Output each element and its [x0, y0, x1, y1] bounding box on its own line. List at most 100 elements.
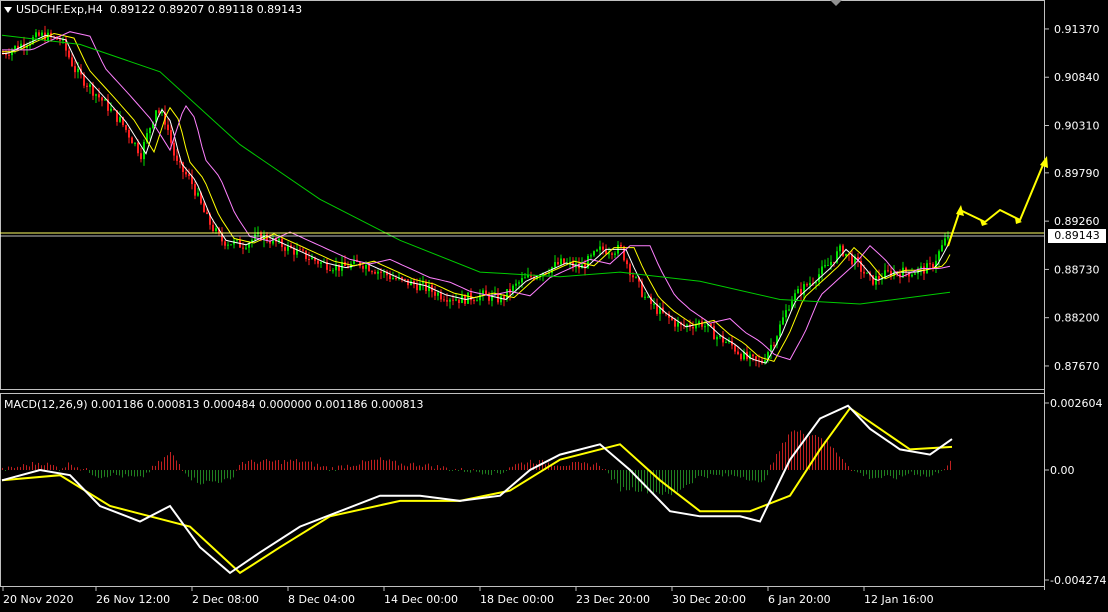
candle-body — [203, 203, 205, 213]
candle-body — [713, 326, 715, 340]
macd-histogram-bar — [221, 470, 222, 483]
macd-histogram-bar — [461, 467, 462, 471]
chart-canvas[interactable]: 0.91370 0.90840 0.90310 0.89790 0.89260 0.887… — [0, 0, 1108, 608]
macd-histogram-bar — [194, 470, 195, 478]
macd-histogram-bar — [227, 470, 228, 479]
macd-histogram-bar — [917, 470, 918, 475]
candle-body — [944, 238, 946, 246]
macd-histogram-bar — [56, 466, 57, 471]
macd-histogram-bar — [98, 470, 99, 478]
macd-histogram-bar — [743, 470, 744, 477]
macd-histogram-bar — [95, 470, 96, 477]
macd-histogram-bar — [677, 470, 678, 492]
macd-histogram-bar — [611, 470, 612, 480]
macd-histogram-bar — [929, 470, 930, 477]
candle-body — [224, 241, 226, 246]
candle-body — [206, 212, 208, 214]
candle-body — [911, 274, 913, 277]
price-tick-label: 0.91370 — [1054, 23, 1100, 36]
macd-histogram-bar — [176, 460, 177, 471]
macd-histogram-bar — [869, 470, 870, 480]
macd-histogram-bar — [431, 466, 432, 471]
candle-body — [371, 271, 373, 273]
macd-histogram-bar — [296, 459, 297, 471]
candle-body — [827, 265, 829, 267]
candle-body — [161, 111, 163, 113]
macd-histogram-bar — [674, 470, 675, 492]
macd-histogram-bar — [401, 463, 402, 471]
macd-histogram-bar — [377, 459, 378, 471]
macd-tick-label: 0.002604 — [1050, 397, 1103, 410]
candle-body — [521, 278, 523, 283]
candle-body — [170, 130, 172, 143]
macd-histogram-bar — [596, 462, 597, 471]
macd-histogram-bar — [686, 470, 687, 485]
macd-histogram-bar — [761, 470, 762, 483]
price-tick-label: 0.89790 — [1054, 167, 1100, 180]
chart-window[interactable]: 0.91370 0.90840 0.90310 0.89790 0.89260 0.887… — [0, 0, 1108, 608]
macd-histogram-bar — [428, 463, 429, 471]
time-tick-label: 23 Dec 20:00 — [576, 593, 650, 606]
macd-histogram-bar — [911, 470, 912, 472]
candle-body — [173, 142, 175, 156]
price-tick-label: 0.89260 — [1054, 215, 1100, 228]
candle-body — [437, 292, 439, 296]
macd-histogram-bar — [230, 470, 231, 480]
candle-body — [635, 277, 637, 279]
macd-histogram-bar — [146, 470, 147, 473]
candle-body — [377, 271, 379, 274]
macd-histogram-bar — [188, 470, 189, 477]
candle-body — [938, 251, 940, 261]
macd-histogram-bar — [830, 446, 831, 471]
candles[interactable] — [2, 25, 949, 368]
macd-histogram-bar — [413, 462, 414, 471]
macd-histogram-bar — [404, 465, 405, 471]
scroll-shift-icon[interactable] — [830, 0, 842, 6]
candle-body — [845, 253, 847, 256]
macd-histogram-bar — [620, 470, 621, 492]
candle-body — [692, 327, 694, 329]
macd-histogram-bar — [572, 462, 573, 471]
candle-body — [557, 262, 559, 265]
macd-histogram-bar — [71, 464, 72, 471]
candle-body — [593, 251, 595, 256]
macd-histogram-bar — [236, 469, 237, 471]
macd-histogram-bar — [311, 461, 312, 471]
candle-body — [947, 237, 949, 239]
macd-histogram-bar — [386, 460, 387, 471]
macd-histogram-bar — [749, 470, 750, 481]
candle-body — [230, 244, 232, 246]
candle-body — [677, 322, 679, 327]
macd-histogram-bar — [704, 470, 705, 477]
time-tick-label: 14 Dec 00:00 — [384, 593, 458, 606]
macd-histogram-bar — [152, 465, 153, 471]
candle-body — [38, 32, 40, 36]
macd-histogram-bar — [512, 466, 513, 471]
macd-histogram-bar — [206, 470, 207, 481]
macd-histogram-bar — [77, 467, 78, 471]
candle-body — [647, 296, 649, 298]
candle-body — [476, 300, 478, 302]
candle-body — [755, 356, 757, 360]
macd-histogram-bar — [434, 468, 435, 471]
candle-body — [644, 296, 646, 298]
candle-body — [752, 354, 754, 357]
macd-histogram-bar — [731, 470, 732, 475]
macd-histogram-bar — [710, 470, 711, 474]
macd-histogram-bar — [824, 441, 825, 471]
macd-histogram-bar — [242, 461, 243, 471]
candle-body — [809, 282, 811, 286]
candle-body — [131, 137, 133, 144]
macd-histogram-bar — [2, 467, 3, 471]
time-tick-label: 30 Dec 20:00 — [672, 593, 746, 606]
macd-histogram-bar — [239, 464, 240, 471]
candle-body — [242, 247, 244, 249]
dropdown-triangle-icon[interactable] — [4, 7, 12, 13]
macd-histogram-bar — [629, 470, 630, 491]
macd-histogram-bar — [689, 470, 690, 485]
candle-body — [821, 266, 823, 275]
macd-histogram-bar — [566, 465, 567, 471]
candle-body — [515, 283, 517, 286]
macd-histogram-bar — [191, 470, 192, 481]
macd-histogram-bar — [110, 470, 111, 476]
